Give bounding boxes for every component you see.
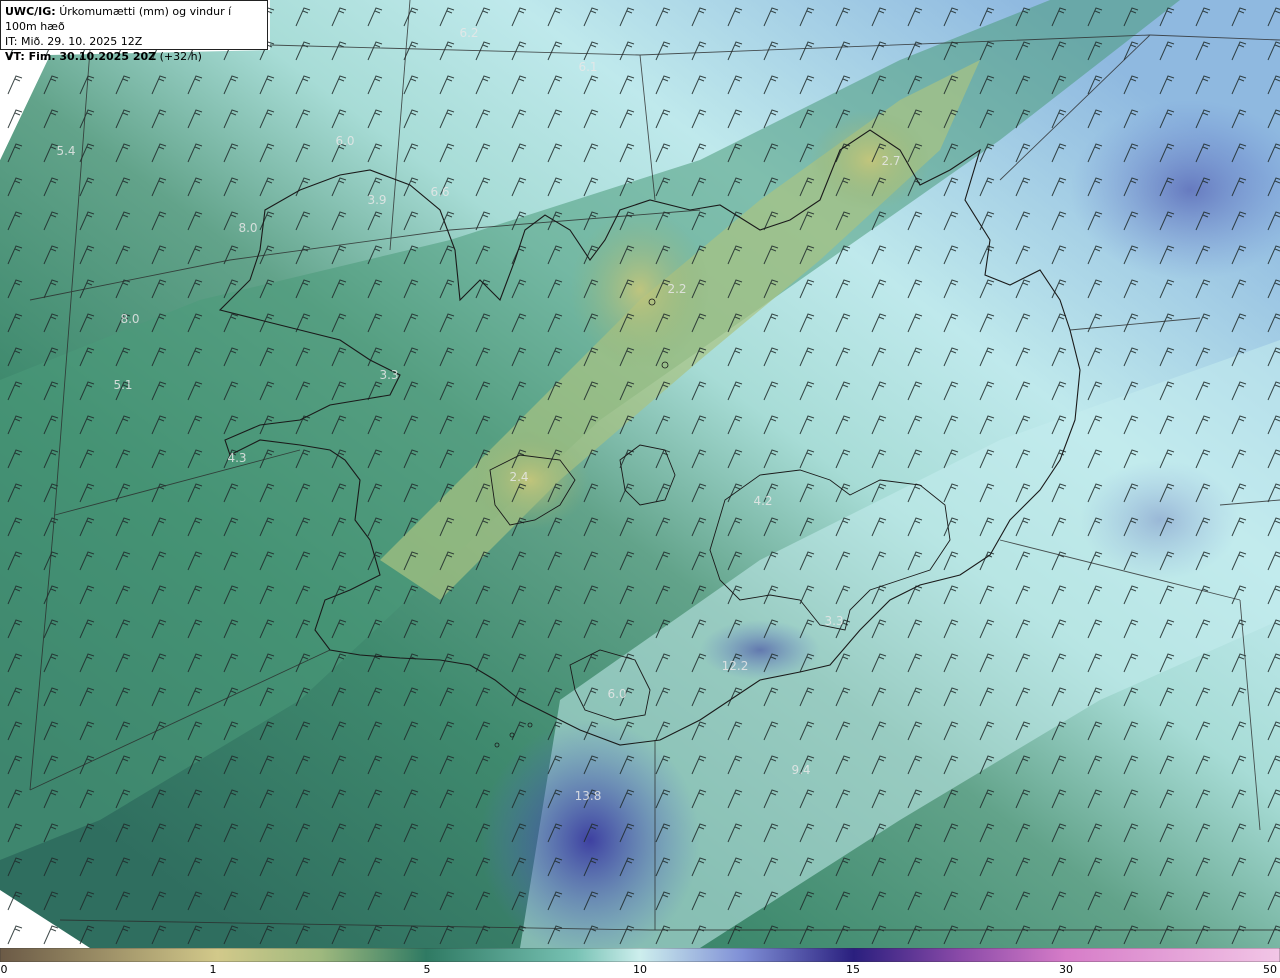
lead-time: (+32 h)	[159, 50, 202, 63]
colorbar-tick: 15	[846, 963, 860, 976]
colorbar-tick: 30	[1059, 963, 1073, 976]
value-label: 4.3	[227, 451, 246, 465]
value-label: 9.4	[791, 763, 810, 777]
product-line: UWC/IG: Úrkomumætti (mm) og vindur í 100…	[5, 4, 263, 34]
value-label: 3.9	[367, 193, 386, 207]
colorbar-labels: 0 1 5 10 15 30 50	[0, 962, 1280, 978]
value-label: 6.1	[578, 60, 597, 74]
model-label: UWC/IG:	[5, 5, 56, 18]
value-label: 6.0	[335, 134, 354, 148]
value-label: 5.4	[56, 144, 75, 158]
value-label: 6.2	[459, 26, 478, 40]
colorbar-tick: 0	[0, 963, 8, 976]
value-label: 6.0	[607, 687, 626, 701]
value-label: 5.1	[113, 378, 132, 392]
value-label: 2.4	[509, 470, 528, 484]
value-label: 2.7	[881, 154, 900, 168]
colorbar-tick: 50	[1263, 963, 1277, 976]
value-label: 2.2	[667, 282, 686, 296]
map-info-box: UWC/IG: Úrkomumætti (mm) og vindur í 100…	[0, 0, 268, 63]
value-label: 12.2	[722, 659, 749, 673]
colorbar-tick: 5	[423, 963, 431, 976]
wind-barbs	[0, 0, 1280, 948]
value-label: 13.8	[575, 789, 602, 803]
issue-time: IT: Mið. 29. 10. 2025 12Z	[5, 35, 143, 48]
precipitation-map: 6.2 6.1 5.4 6.0 3.9 6.6 8.0 2.7 2.2 8.0 …	[0, 0, 1280, 948]
value-label: 6.6	[430, 185, 449, 199]
value-label: 3.3	[824, 614, 843, 628]
valid-line: VT: Fim. 30.10.2025 20Z (+32 h)	[5, 49, 263, 64]
value-label: 8.0	[238, 221, 257, 235]
value-label: 3.3	[379, 368, 398, 382]
value-label: 4.2	[753, 494, 772, 508]
colorbar	[0, 948, 1280, 962]
value-label: 8.0	[120, 312, 139, 326]
colorbar-tick: 10	[633, 963, 647, 976]
colorbar-tick: 1	[209, 963, 217, 976]
valid-time: VT: Fim. 30.10.2025 20Z	[5, 50, 157, 63]
